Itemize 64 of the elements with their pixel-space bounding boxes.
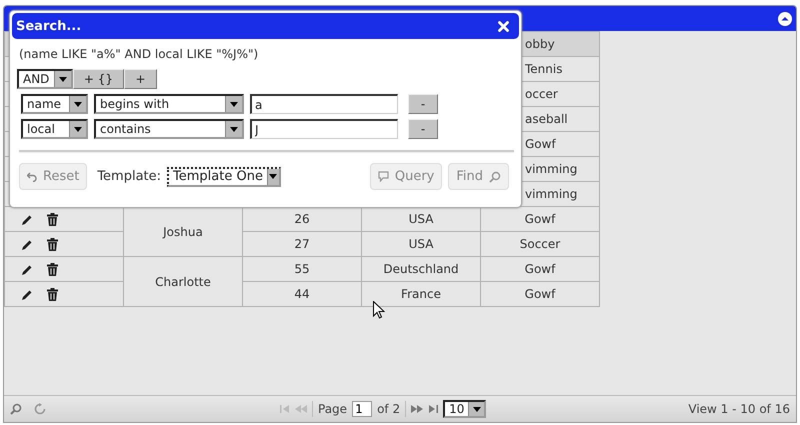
operator-dropdown[interactable]: contains — [94, 119, 244, 139]
table-cell: vimming — [525, 187, 578, 201]
edit-icon[interactable] — [21, 214, 33, 226]
query-text: (name LIKE "a%" AND local LIKE "%J%") — [19, 47, 260, 63]
delete-icon[interactable] — [47, 213, 58, 226]
table-cell: USA — [408, 237, 434, 251]
dialog-title: Search... — [16, 18, 82, 34]
page-label: Page — [318, 402, 348, 416]
group-operator-dropdown[interactable]: AND — [17, 69, 73, 89]
delete-icon[interactable] — [47, 238, 58, 252]
template-dropdown[interactable]: Template One — [167, 166, 282, 186]
delete-icon[interactable] — [47, 288, 58, 302]
page-size-dropdown[interactable]: 10 — [443, 400, 486, 418]
table-cell: 27 — [294, 237, 310, 251]
field-dropdown[interactable]: local — [21, 119, 88, 139]
collapse-icon[interactable] — [778, 12, 792, 26]
caret-icon — [472, 406, 481, 412]
caret-icon — [74, 102, 82, 106]
delete-icon[interactable] — [47, 263, 58, 276]
table-cell: USA — [408, 212, 434, 226]
column-header[interactable]: obby — [525, 37, 555, 51]
table-cell: Joshua — [163, 224, 203, 238]
operator-dropdown[interactable]: begins with — [94, 94, 244, 114]
search-icon[interactable] — [10, 403, 22, 415]
table-cell: Tennis — [525, 62, 562, 76]
undo-icon — [27, 172, 37, 182]
search-icon — [489, 170, 501, 182]
next-page-icon[interactable] — [411, 405, 424, 413]
caret-icon — [230, 126, 238, 132]
table-cell: occer — [525, 87, 558, 101]
edit-icon[interactable] — [21, 288, 33, 301]
record-count: View 1 - 10 of 16 — [688, 402, 790, 416]
add-group-button[interactable]: + {} — [73, 69, 124, 89]
table-cell: 44 — [294, 287, 310, 301]
add-rule-button[interactable]: + — [124, 69, 157, 89]
table-cell: 26 — [294, 212, 310, 226]
table-cell: France — [401, 287, 441, 301]
table-cell: Gowf — [524, 287, 556, 301]
template-label: Template: — [97, 169, 162, 184]
remove-rule-button[interactable]: - — [408, 94, 438, 114]
caret-icon — [59, 76, 67, 82]
value-field[interactable]: a — [250, 94, 398, 114]
close-icon[interactable] — [498, 20, 509, 32]
page-count: of 2 — [377, 402, 400, 416]
table-cell: 55 — [294, 262, 310, 276]
edit-icon[interactable] — [21, 264, 33, 276]
page-number-field[interactable]: 1 — [352, 401, 372, 417]
caret-icon — [269, 174, 278, 179]
remove-rule-button[interactable]: - — [408, 119, 438, 139]
edit-icon[interactable] — [21, 238, 33, 251]
last-page-icon[interactable] — [428, 405, 438, 413]
table-cell: Charlotte — [155, 274, 211, 288]
table-cell: Gowf — [524, 212, 556, 226]
table-cell: aseball — [525, 112, 568, 126]
table-cell: Soccer — [520, 237, 560, 251]
table-cell: Gowf — [525, 137, 556, 151]
table-cell: Gowf — [524, 262, 556, 276]
caret-icon — [74, 126, 82, 132]
table-cell: Deutschland — [383, 262, 459, 276]
table-cell: vimming — [525, 162, 578, 176]
caret-icon — [230, 102, 238, 106]
mouse-pointer-icon — [373, 301, 385, 319]
field-dropdown[interactable]: name — [21, 94, 88, 114]
speech-bubble-icon — [378, 171, 389, 182]
